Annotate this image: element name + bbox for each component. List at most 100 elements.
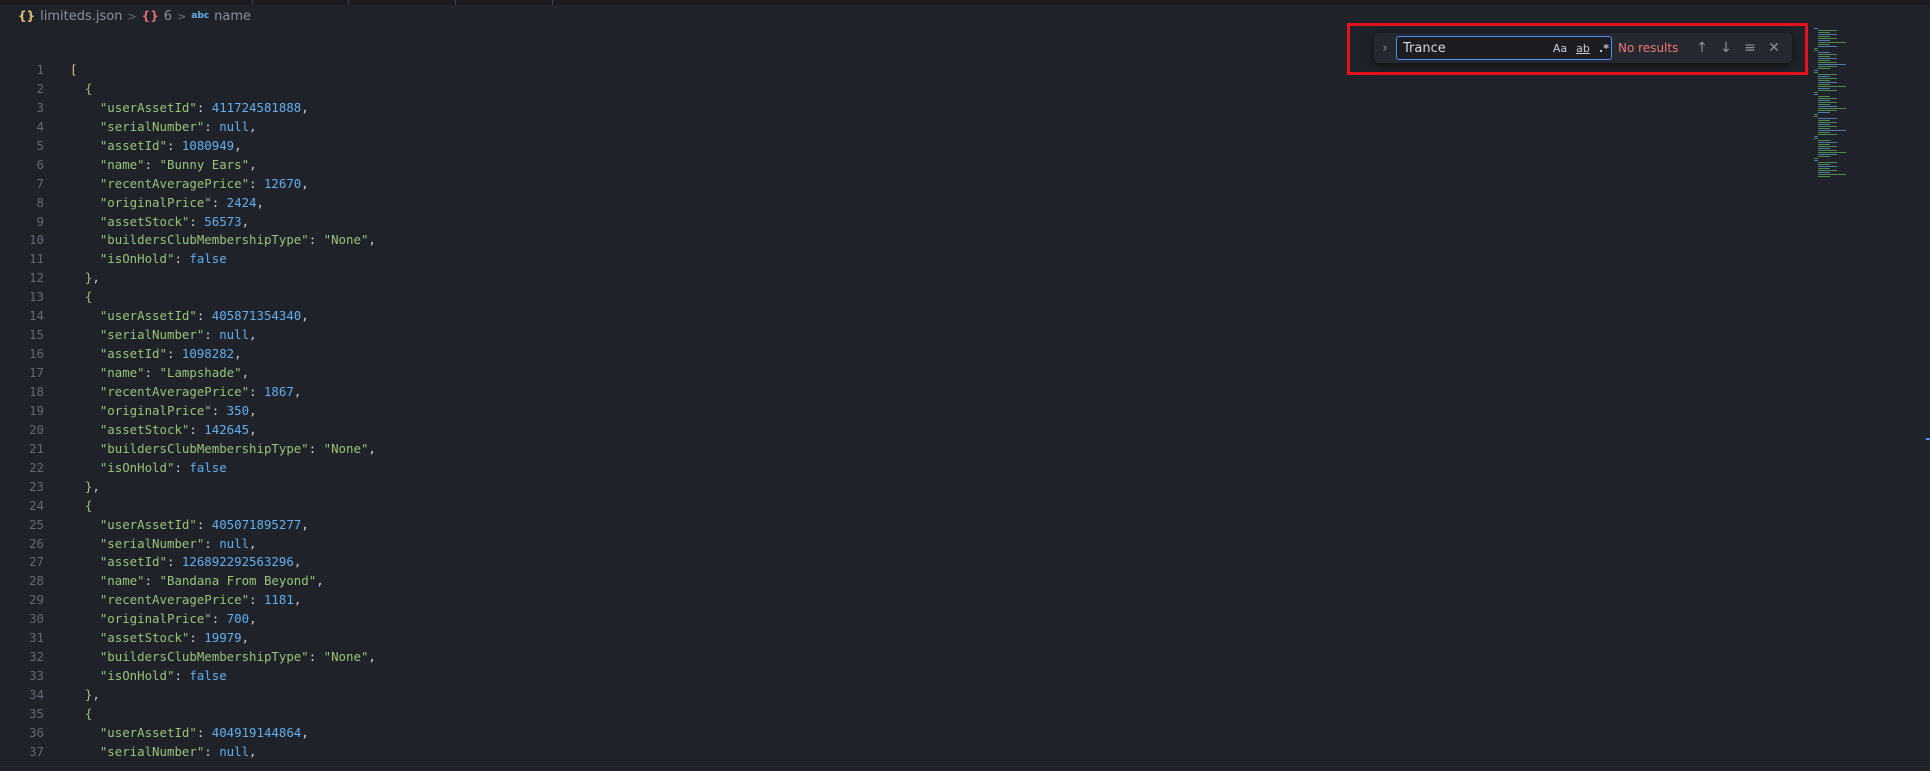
line-number: 33 [29,668,44,684]
code-line[interactable]: 32 "buildersClubMembershipType": "None", [0,647,1800,666]
code-line[interactable]: 3 "userAssetId": 411724581888, [0,98,1800,117]
minimap-line [1814,114,1818,115]
code-line[interactable]: 13 { [0,287,1800,306]
next-match-button[interactable]: ↓ [1714,36,1738,60]
minimap-line [1818,58,1837,59]
minimap-line [1818,142,1837,143]
code-line[interactable]: 25 "userAssetId": 405071895277, [0,515,1800,534]
code-text: "userAssetId": 411724581888, [99,99,309,115]
line-number: 9 [36,213,44,229]
code-text: "buildersClubMembershipType": "None", [99,649,376,665]
code-editor[interactable]: 1[2 {3 "userAssetId": 411724581888, 4 "se… [0,60,1800,771]
breadcrumb-file[interactable]: limiteds.json [40,9,122,24]
minimap-line [1818,102,1837,103]
code-text: "name": "Bunny Ears", [99,156,257,172]
find-widget: › Aa ab .* No results ↑ ↓ ≡ ✕ [1374,33,1792,63]
minimap-line [1818,36,1830,37]
minimap-line [1818,98,1837,99]
code-line[interactable]: 37 "serialNumber": null, [0,742,1800,761]
code-line[interactable]: 8 "originalPrice": 2424, [0,193,1800,212]
code-line[interactable]: 9 "assetStock": 56573, [0,212,1800,231]
breadcrumb-array-index[interactable]: 6 [164,9,172,24]
minimap-line [1814,70,1818,71]
find-status: No results [1618,41,1679,55]
code-line[interactable]: 17 "name": "Lampshade", [0,363,1800,382]
code-text: "buildersClubMembershipType": "None", [99,440,376,456]
toggle-replace-button[interactable]: › [1374,33,1396,63]
line-number: 19 [29,402,44,418]
code-line[interactable]: 29 "recentAveragePrice": 1181, [0,590,1800,609]
minimap-line [1818,170,1837,171]
breadcrumb-property[interactable]: name [214,9,251,24]
code-line[interactable]: 4 "serialNumber": null, [0,117,1800,136]
minimap-line [1814,136,1818,137]
code-line[interactable]: 21 "buildersClubMembershipType": "None", [0,439,1800,458]
minimap-line [1814,50,1818,51]
line-number: 7 [36,175,44,191]
line-number: 37 [29,743,44,759]
code-line[interactable]: 6 "name": "Bunny Ears", [0,155,1800,174]
minimap-line [1818,80,1830,81]
line-number: 35 [29,706,44,722]
match-whole-word-button[interactable]: ab [1573,40,1593,57]
line-number: 28 [29,573,44,589]
minimap-line [1818,78,1837,79]
minimap-line [1818,40,1830,41]
code-line[interactable]: 10 "buildersClubMembershipType": "None", [0,230,1800,249]
line-number: 22 [29,459,44,475]
close-find-button[interactable]: ✕ [1762,36,1786,60]
code-line[interactable]: 20 "assetStock": 142645, [0,420,1800,439]
find-in-selection-icon: ≡ [1744,40,1756,56]
line-number: 10 [29,232,44,248]
code-line[interactable]: 2 { [0,79,1800,98]
code-line[interactable]: 26 "serialNumber": null, [0,534,1800,553]
minimap[interactable] [1810,28,1910,208]
minimap-line [1818,132,1830,133]
code-line[interactable]: 33 "isOnHold": false [0,666,1800,685]
code-line[interactable]: 34 }, [0,685,1800,704]
code-line[interactable]: 18 "recentAveragePrice": 1867, [0,382,1800,401]
match-case-button[interactable]: Aa [1550,40,1570,57]
line-number: 12 [29,270,44,286]
line-number: 4 [36,118,44,134]
minimap-line [1818,140,1830,141]
code-line[interactable]: 28 "name": "Bandana From Beyond", [0,571,1800,590]
find-input[interactable] [1397,38,1537,58]
code-text: { [84,289,93,305]
line-number: 26 [29,535,44,551]
minimap-line [1818,86,1846,87]
line-number: 23 [29,478,44,494]
code-line[interactable]: 7 "recentAveragePrice": 12670, [0,174,1800,193]
code-line[interactable]: 35 { [0,704,1800,723]
minimap-line [1818,42,1846,43]
code-line[interactable]: 15 "serialNumber": null, [0,325,1800,344]
minimap-line [1818,96,1830,97]
minimap-line [1818,164,1830,165]
minimap-line [1818,144,1830,145]
code-line[interactable]: 5 "assetId": 1080949, [0,136,1800,155]
minimap-line [1818,46,1837,47]
find-in-selection-button[interactable]: ≡ [1738,36,1762,60]
code-text: "serialNumber": null, [99,535,257,551]
minimap-line [1818,104,1830,105]
code-line[interactable]: 27 "assetId": 126892292563296, [0,552,1800,571]
code-line[interactable]: 11 "isOnHold": false [0,249,1800,268]
code-line[interactable]: 36 "userAssetId": 404919144864, [0,723,1800,742]
code-line[interactable]: 31 "assetStock": 19979, [0,628,1800,647]
code-line[interactable]: 12 }, [0,268,1800,287]
use-regex-button[interactable]: .* [1596,40,1612,57]
code-line[interactable]: 19 "originalPrice": 350, [0,401,1800,420]
minimap-line [1814,72,1818,73]
code-line[interactable]: 16 "assetId": 1098282, [0,344,1800,363]
minimap-line [1818,32,1830,33]
code-line[interactable]: 30 "originalPrice": 700, [0,609,1800,628]
line-number: 31 [29,630,44,646]
minimap-line [1818,64,1846,65]
code-line[interactable]: 24 { [0,496,1800,515]
code-line[interactable]: 14 "userAssetId": 405871354340, [0,306,1800,325]
code-line[interactable]: 22 "isOnHold": false [0,458,1800,477]
previous-match-button[interactable]: ↑ [1690,36,1714,60]
code-text: { [84,497,93,513]
code-line[interactable]: 23 }, [0,477,1800,496]
minimap-line [1818,152,1846,153]
